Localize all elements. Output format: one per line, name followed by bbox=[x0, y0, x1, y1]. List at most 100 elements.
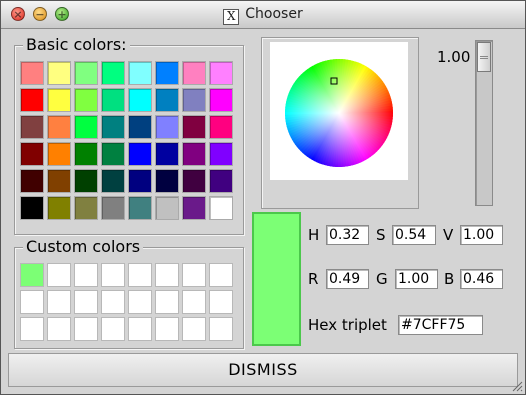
basic-color-swatch[interactable] bbox=[101, 196, 125, 220]
custom-color-swatch[interactable] bbox=[209, 290, 233, 314]
basic-color-swatch[interactable] bbox=[182, 169, 206, 193]
custom-color-swatch[interactable] bbox=[47, 317, 71, 341]
value-slider-label: 1.00 bbox=[437, 48, 471, 66]
basic-color-swatch[interactable] bbox=[128, 196, 152, 220]
basic-color-swatch[interactable] bbox=[47, 169, 71, 193]
custom-color-swatch[interactable] bbox=[101, 263, 125, 287]
custom-color-swatch[interactable] bbox=[20, 263, 44, 287]
custom-color-swatch[interactable] bbox=[20, 317, 44, 341]
basic-color-swatch[interactable] bbox=[209, 88, 233, 112]
color-wheel-panel bbox=[261, 37, 419, 209]
basic-color-swatch[interactable] bbox=[20, 142, 44, 166]
basic-colors-label: Basic colors: bbox=[23, 35, 130, 55]
basic-color-swatch[interactable] bbox=[20, 196, 44, 220]
basic-colors-grid bbox=[20, 61, 233, 220]
custom-color-swatch[interactable] bbox=[47, 290, 71, 314]
value-slider-thumb[interactable] bbox=[477, 42, 491, 72]
basic-color-swatch[interactable] bbox=[47, 88, 71, 112]
basic-color-swatch[interactable] bbox=[47, 115, 71, 139]
g-label: G bbox=[376, 270, 388, 288]
basic-color-swatch[interactable] bbox=[209, 61, 233, 85]
g-field[interactable]: 1.00 bbox=[395, 269, 438, 289]
basic-color-swatch[interactable] bbox=[74, 169, 98, 193]
basic-color-swatch[interactable] bbox=[209, 169, 233, 193]
hex-field[interactable]: #7CFF75 bbox=[398, 315, 483, 335]
basic-color-swatch[interactable] bbox=[155, 88, 179, 112]
custom-color-swatch[interactable] bbox=[74, 290, 98, 314]
wheel-saturation-overlay bbox=[285, 59, 393, 167]
basic-color-swatch[interactable] bbox=[74, 142, 98, 166]
value-slider[interactable] bbox=[475, 40, 493, 206]
custom-color-swatch[interactable] bbox=[155, 290, 179, 314]
basic-color-swatch[interactable] bbox=[182, 115, 206, 139]
basic-color-swatch[interactable] bbox=[101, 61, 125, 85]
custom-color-swatch[interactable] bbox=[74, 263, 98, 287]
basic-color-swatch[interactable] bbox=[209, 115, 233, 139]
b-label: B bbox=[444, 270, 455, 288]
color-wheel[interactable] bbox=[270, 42, 408, 180]
basic-color-swatch[interactable] bbox=[74, 115, 98, 139]
basic-color-swatch[interactable] bbox=[155, 142, 179, 166]
basic-color-swatch[interactable] bbox=[155, 169, 179, 193]
dismiss-button[interactable]: DISMISS bbox=[8, 353, 518, 387]
basic-color-swatch[interactable] bbox=[74, 88, 98, 112]
color-wheel-area[interactable] bbox=[270, 42, 408, 180]
v-field[interactable]: 1.00 bbox=[460, 225, 503, 245]
window-title: Chooser bbox=[245, 6, 303, 22]
s-field[interactable]: 0.54 bbox=[392, 225, 436, 245]
custom-color-swatch[interactable] bbox=[20, 290, 44, 314]
basic-color-swatch[interactable] bbox=[20, 61, 44, 85]
basic-color-swatch[interactable] bbox=[47, 61, 71, 85]
custom-colors-grid bbox=[20, 263, 233, 341]
basic-color-swatch[interactable] bbox=[182, 88, 206, 112]
r-field[interactable]: 0.49 bbox=[326, 269, 369, 289]
custom-colors-label: Custom colors bbox=[23, 237, 144, 257]
custom-color-swatch[interactable] bbox=[209, 263, 233, 287]
custom-color-swatch[interactable] bbox=[101, 317, 125, 341]
custom-color-swatch[interactable] bbox=[128, 290, 152, 314]
custom-color-swatch[interactable] bbox=[182, 317, 206, 341]
title-bar[interactable]: × − + X Chooser bbox=[1, 1, 525, 29]
custom-color-swatch[interactable] bbox=[74, 317, 98, 341]
basic-color-swatch[interactable] bbox=[74, 61, 98, 85]
h-label: H bbox=[308, 226, 320, 244]
custom-color-swatch[interactable] bbox=[128, 317, 152, 341]
h-field[interactable]: 0.32 bbox=[326, 225, 369, 245]
custom-color-swatch[interactable] bbox=[182, 263, 206, 287]
custom-color-swatch[interactable] bbox=[128, 263, 152, 287]
basic-color-swatch[interactable] bbox=[209, 142, 233, 166]
custom-color-swatch[interactable] bbox=[155, 263, 179, 287]
window-title-wrap: X Chooser bbox=[1, 1, 525, 28]
basic-color-swatch[interactable] bbox=[47, 196, 71, 220]
basic-color-swatch[interactable] bbox=[128, 61, 152, 85]
basic-color-swatch[interactable] bbox=[20, 169, 44, 193]
basic-colors-group: Basic colors: bbox=[14, 35, 244, 235]
custom-color-swatch[interactable] bbox=[155, 317, 179, 341]
b-field[interactable]: 0.46 bbox=[460, 269, 503, 289]
basic-color-swatch[interactable] bbox=[101, 169, 125, 193]
basic-color-swatch[interactable] bbox=[182, 61, 206, 85]
basic-color-swatch[interactable] bbox=[20, 115, 44, 139]
basic-color-swatch[interactable] bbox=[47, 142, 71, 166]
basic-color-swatch[interactable] bbox=[182, 142, 206, 166]
basic-color-swatch[interactable] bbox=[128, 142, 152, 166]
custom-color-swatch[interactable] bbox=[47, 263, 71, 287]
basic-color-swatch[interactable] bbox=[155, 115, 179, 139]
basic-color-swatch[interactable] bbox=[74, 196, 98, 220]
basic-color-swatch[interactable] bbox=[155, 196, 179, 220]
basic-color-swatch[interactable] bbox=[128, 169, 152, 193]
basic-color-swatch[interactable] bbox=[101, 142, 125, 166]
custom-color-swatch[interactable] bbox=[182, 290, 206, 314]
basic-color-swatch[interactable] bbox=[182, 196, 206, 220]
custom-color-swatch[interactable] bbox=[209, 317, 233, 341]
r-label: R bbox=[308, 270, 319, 288]
basic-color-swatch[interactable] bbox=[128, 88, 152, 112]
resize-grip-icon[interactable] bbox=[511, 380, 523, 392]
basic-color-swatch[interactable] bbox=[155, 61, 179, 85]
basic-color-swatch[interactable] bbox=[128, 115, 152, 139]
custom-color-swatch[interactable] bbox=[101, 290, 125, 314]
basic-color-swatch[interactable] bbox=[101, 115, 125, 139]
basic-color-swatch[interactable] bbox=[20, 88, 44, 112]
basic-color-swatch[interactable] bbox=[209, 196, 233, 220]
basic-color-swatch[interactable] bbox=[101, 88, 125, 112]
